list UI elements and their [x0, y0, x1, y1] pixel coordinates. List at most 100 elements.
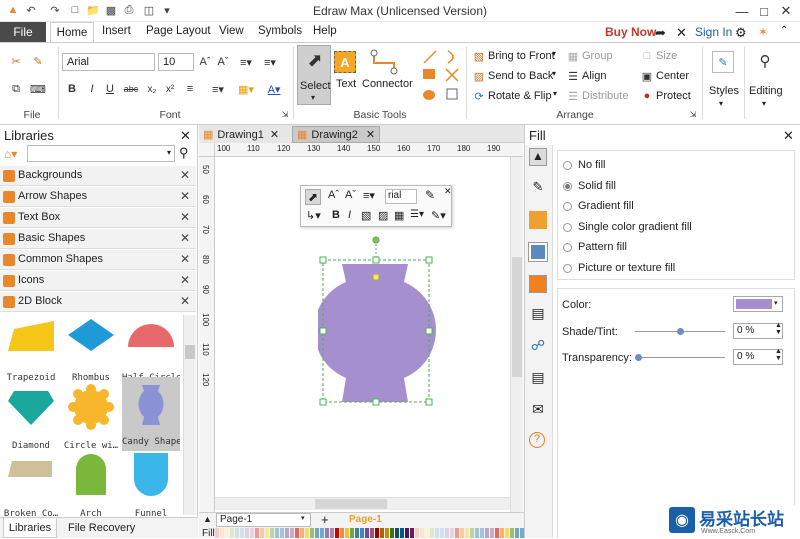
chevron-down-icon[interactable]: ▾: [762, 99, 766, 108]
tab-insert[interactable]: Insert: [102, 25, 131, 37]
send-to-back-button[interactable]: Send to Back: [488, 70, 553, 82]
palette-swatch[interactable]: [470, 528, 474, 538]
library-shape-trapezoid[interactable]: Trapezoid: [2, 315, 60, 383]
settings-gear-icon[interactable]: ⚙: [735, 25, 747, 41]
align-button[interactable]: Align: [582, 70, 606, 82]
note-icon[interactable]: ▤: [529, 369, 547, 387]
transparency-slider[interactable]: [635, 354, 725, 361]
palette-swatch[interactable]: [480, 528, 484, 538]
format-painter-icon[interactable]: ✎: [425, 188, 435, 202]
radio-button[interactable]: [563, 222, 572, 232]
palette-swatch[interactable]: [275, 528, 279, 538]
close-icon[interactable]: ✕: [180, 252, 190, 266]
tab-libraries[interactable]: Libraries: [3, 518, 57, 538]
line-style-icon[interactable]: ✎: [529, 179, 547, 197]
font-name-select[interactable]: Arial: [62, 53, 155, 71]
align-text-icon[interactable]: ≡▾: [236, 54, 256, 70]
bold-icon[interactable]: B: [332, 209, 340, 221]
tab-view[interactable]: View: [219, 25, 244, 37]
protect-button[interactable]: Protect: [656, 90, 691, 102]
search-editing-icon[interactable]: ⚲: [755, 51, 775, 71]
align-objects-icon[interactable]: ☰▾: [410, 209, 424, 220]
close-icon[interactable]: ✕: [180, 168, 190, 182]
canvas-horizontal-scrollbar[interactable]: [215, 497, 510, 510]
palette-swatch[interactable]: [245, 528, 249, 538]
control-point-handle[interactable]: [372, 273, 380, 281]
arrange-dialog-launcher-icon[interactable]: ⇲: [688, 109, 698, 119]
radio-single-color-gradient-fill[interactable]: Single color gradient fill: [563, 221, 692, 233]
canvas-vertical-scrollbar[interactable]: [510, 157, 523, 512]
library-category-arrow-shapes[interactable]: Arrow Shapes ✕: [0, 187, 196, 207]
slider-thumb[interactable]: [677, 328, 684, 335]
palette-swatch[interactable]: [285, 528, 289, 538]
chevron-down-icon[interactable]: ▾: [553, 89, 557, 98]
library-search-input[interactable]: ▾: [27, 145, 175, 162]
palette-swatch[interactable]: [405, 528, 409, 538]
radio-button[interactable]: [563, 160, 572, 170]
palette-swatch[interactable]: [290, 528, 294, 538]
palette-swatch[interactable]: [425, 528, 429, 538]
connector-tool-label[interactable]: Connector: [362, 78, 413, 90]
group-button[interactable]: Group: [582, 50, 613, 62]
tab-page-layout[interactable]: Page Layout: [146, 25, 211, 37]
pointer-icon[interactable]: ⬈: [305, 189, 321, 205]
close-icon[interactable]: ✕: [180, 189, 190, 203]
tab-home[interactable]: Home: [50, 22, 94, 42]
add-page-icon[interactable]: +: [321, 512, 329, 527]
palette-swatch[interactable]: [260, 528, 264, 538]
tab-drawing2[interactable]: ▦ Drawing2 ✕: [292, 126, 380, 143]
help-icon[interactable]: ?: [529, 432, 545, 448]
copy-icon[interactable]: ⧉: [8, 81, 24, 97]
connector-style-icon[interactable]: ↳▾: [306, 209, 321, 222]
rotation-handle[interactable]: [372, 236, 380, 244]
palette-swatch[interactable]: [235, 528, 239, 538]
palette-swatch[interactable]: [390, 528, 394, 538]
palette-swatch[interactable]: [435, 528, 439, 538]
palette-swatch[interactable]: [455, 528, 459, 538]
bold-icon[interactable]: B: [66, 81, 78, 97]
center-button[interactable]: Center: [656, 70, 689, 82]
palette-swatch[interactable]: [420, 528, 424, 538]
palette-swatch[interactable]: [445, 528, 449, 538]
library-category-basic-shapes[interactable]: Basic Shapes ✕: [0, 229, 196, 249]
chevron-down-icon[interactable]: ▾: [552, 49, 556, 58]
radio-button[interactable]: [563, 201, 572, 211]
size-button[interactable]: Size: [656, 50, 677, 62]
document-properties-icon[interactable]: ▤: [529, 305, 547, 323]
palette-swatch[interactable]: [460, 528, 464, 538]
align-text-icon[interactable]: ≡▾: [363, 189, 375, 202]
layers-icon[interactable]: [529, 275, 547, 293]
sign-in-link[interactable]: Sign In: [695, 25, 732, 39]
font-dialog-launcher-icon[interactable]: ⇲: [280, 109, 290, 119]
fill-bucket-icon[interactable]: ▲: [529, 148, 547, 166]
palette-swatch[interactable]: [415, 528, 419, 538]
scroll-thumb[interactable]: [185, 345, 195, 359]
palette-swatch[interactable]: [240, 528, 244, 538]
maximize-icon[interactable]: □: [754, 2, 774, 20]
spinner-icon[interactable]: ▲ ▼: [775, 348, 782, 362]
style-icon[interactable]: ✎▾: [431, 209, 446, 222]
grow-font-icon[interactable]: Aˆ: [198, 54, 212, 70]
rotate-flip-button[interactable]: Rotate & Flip: [488, 90, 552, 102]
shrink-font-icon[interactable]: Aˇ: [345, 189, 356, 201]
bring-to-front-button[interactable]: Bring to Front: [488, 50, 555, 62]
palette-swatch[interactable]: [485, 528, 489, 538]
scroll-thumb[interactable]: [512, 257, 522, 377]
file-menu-button[interactable]: File: [0, 22, 46, 42]
styles-button[interactable]: Styles: [709, 85, 739, 97]
palette-swatch[interactable]: [335, 528, 339, 538]
radio-button[interactable]: [563, 242, 572, 252]
close-window-icon[interactable]: ✕: [776, 2, 796, 20]
palette-swatch[interactable]: [440, 528, 444, 538]
library-category-2d-block[interactable]: 2D Block ✕: [0, 292, 196, 312]
palette-swatch[interactable]: [280, 528, 284, 538]
text-tool-icon[interactable]: A: [334, 51, 356, 73]
tab-page-1[interactable]: Page-1: [349, 514, 382, 525]
palette-swatch[interactable]: [510, 528, 514, 538]
search-icon[interactable]: ⚲: [179, 145, 189, 161]
candy-shape-on-canvas[interactable]: [318, 236, 438, 408]
line-spacing-icon[interactable]: ≡▾: [260, 54, 280, 70]
shade-tint-slider[interactable]: [635, 328, 725, 335]
highlight-color-icon[interactable]: ▦▾: [236, 81, 256, 97]
subscript-icon[interactable]: x₂: [144, 81, 160, 97]
